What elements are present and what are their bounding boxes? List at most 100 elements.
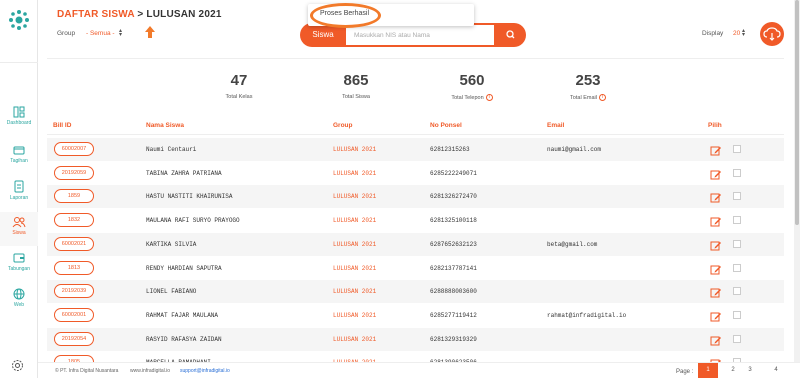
bill-id-badge[interactable]: 20192059 — [54, 165, 94, 180]
edit-icon[interactable] — [710, 333, 721, 351]
download-button[interactable] — [760, 22, 784, 46]
sidebar-item-siswa[interactable]: Siswa — [0, 212, 38, 246]
page-button-3[interactable]: 3 — [740, 363, 760, 378]
sidebar-item-web[interactable]: Web — [0, 288, 38, 326]
stat-label: Total Email — [570, 94, 597, 101]
gear-icon[interactable] — [11, 359, 24, 372]
edit-icon[interactable] — [710, 262, 721, 280]
cell-name: RENDY HARDIAN SAPUTRA — [146, 264, 222, 272]
bill-id-badge[interactable]: 20192054 — [54, 331, 94, 346]
bill-id-badge[interactable]: 1813 — [54, 260, 94, 275]
search-button[interactable] — [498, 23, 524, 47]
row-select-checkbox[interactable] — [733, 310, 741, 319]
cell-name: LIONEL FABIANO — [146, 288, 197, 296]
cell-phone: 6285277119412 — [430, 311, 477, 319]
row-select-checkbox[interactable] — [733, 239, 741, 248]
search-input[interactable] — [346, 25, 494, 45]
stat-value: 865 — [343, 72, 369, 89]
page-button-1[interactable]: 1 — [698, 363, 718, 378]
stat-label-row: Total Email i — [548, 94, 628, 101]
cell-phone: 6288888003600 — [430, 288, 477, 296]
sidebar-item-tagihan[interactable]: Tagihan — [0, 144, 38, 182]
bill-id-badge[interactable]: 20192039 — [54, 284, 94, 299]
cell-phone: 6282137787141 — [430, 264, 477, 272]
cell-name: HASTU NASTITI KHAIRUNISA — [146, 193, 233, 201]
row-select-checkbox[interactable] — [733, 287, 741, 296]
stat-label: Total Telepon — [451, 94, 484, 101]
column-header-nama[interactable]: Nama Siswa — [146, 122, 184, 129]
edit-icon[interactable] — [710, 214, 721, 232]
cloud-download-icon — [763, 27, 781, 41]
display-chevron-icon: ▴ ▾ — [742, 28, 746, 38]
sidebar-item-label: Tabungan — [8, 266, 30, 272]
stat-value: 47 — [230, 72, 248, 89]
bill-id-badge[interactable]: 60002007 — [54, 142, 94, 156]
info-icon[interactable]: i — [485, 94, 493, 101]
logo-icon — [9, 10, 29, 30]
edit-icon[interactable] — [710, 309, 721, 327]
cell-phone: 6281329319329 — [430, 335, 477, 343]
bill-id-badge[interactable]: 60002001 — [54, 307, 94, 322]
cell-name: RASYID RAFASYA ZAIDAN — [146, 335, 222, 343]
edit-icon[interactable] — [710, 190, 721, 208]
row-select-checkbox[interactable] — [733, 168, 741, 177]
dashboard-icon — [13, 106, 25, 118]
table-row: 1859 HASTU NASTITI KHAIRUNISA LULUSAN 2021… — [47, 185, 784, 209]
table-row: 20192039 LIONEL FABIANO LULUSAN 2021 628888… — [47, 280, 784, 304]
row-select-checkbox[interactable] — [733, 334, 741, 343]
cell-email: rahmat@infradigital.io — [547, 311, 627, 319]
stat-total-kelas: 47 Total Kelas — [199, 72, 279, 100]
footer-company: © PT. Infra Digital Nusantara — [55, 368, 119, 374]
edit-icon[interactable] — [710, 167, 721, 185]
table-row: 1813 RENDY HARDIAN SAPUTRA LULUSAN 2021 628… — [47, 257, 784, 280]
cell-group: LULUSAN 2021 — [333, 240, 377, 248]
footer-site-link[interactable]: www.infradigital.io — [130, 368, 170, 374]
row-select-checkbox[interactable] — [733, 192, 741, 201]
column-header-email[interactable]: Email — [547, 122, 564, 129]
sidebar-item-dashboard[interactable]: Dashboard — [0, 106, 38, 144]
sidebar-item-tabungan[interactable]: Tabungan — [0, 252, 38, 290]
group-filter-chevron-icon: ▴ ▾ — [119, 28, 123, 38]
cell-group: LULUSAN 2021 — [333, 264, 377, 272]
row-select-checkbox[interactable] — [733, 216, 741, 225]
cell-group: LULUSAN 2021 — [333, 169, 377, 177]
info-icon[interactable]: i — [598, 94, 606, 101]
edit-icon[interactable] — [710, 238, 721, 256]
row-select-checkbox[interactable] — [733, 263, 741, 272]
edit-icon[interactable] — [710, 285, 721, 303]
breadcrumb-separator: > — [134, 9, 147, 20]
breadcrumb-root[interactable]: DAFTAR SISWA — [57, 9, 134, 20]
table-row: 1832 MAULANA RAFI SURYO PRAYOGO LULUSAN 20… — [47, 209, 784, 232]
report-icon — [14, 180, 24, 193]
table-row: 20192059 TABINA ZAHRA PATRIANA LULUSAN 202… — [47, 162, 784, 185]
bill-id-badge[interactable]: 60002021 — [54, 236, 94, 251]
table-header: Bill ID Nama Siswa Group No Ponsel Email… — [47, 118, 784, 135]
footer-support-link[interactable]: support@infradigital.io — [180, 368, 230, 374]
scrollbar-thumb[interactable] — [795, 0, 799, 225]
column-header-pilih: Pilih — [708, 122, 722, 129]
bill-icon — [13, 146, 25, 155]
breadcrumb-current: LULUSAN 2021 — [146, 9, 222, 20]
column-header-ponsel[interactable]: No Ponsel — [430, 122, 462, 129]
bill-id-badge[interactable]: 1859 — [54, 189, 94, 204]
edit-icon[interactable] — [710, 143, 721, 161]
page-button-4[interactable]: 4 — [766, 363, 786, 378]
sidebar-item-label: Web — [13, 302, 25, 308]
table-row: 20192054 RASYID RAFASYA ZAIDAN LULUSAN 202… — [47, 327, 784, 351]
column-header-bill-id[interactable]: Bill ID — [53, 122, 71, 129]
cell-phone: 6281326272470 — [430, 193, 477, 201]
cell-email: naumi@gmail.com — [547, 146, 602, 153]
row-select-checkbox[interactable] — [733, 145, 741, 153]
group-filter-select[interactable]: - Semua - — [86, 30, 115, 37]
sidebar-item-label: Siswa — [12, 230, 26, 236]
sidebar-item-label: Laporan — [9, 195, 29, 201]
globe-icon — [13, 288, 25, 300]
bill-id-badge[interactable]: 1832 — [54, 213, 94, 228]
cell-group: LULUSAN 2021 — [333, 146, 377, 153]
display-select[interactable]: 20 — [733, 30, 740, 37]
cell-name: TABINA ZAHRA PATRIANA — [146, 169, 222, 177]
column-header-group[interactable]: Group — [333, 122, 353, 129]
arrow-up-icon — [145, 26, 155, 38]
wallet-icon — [13, 253, 25, 263]
cell-group: LULUSAN 2021 — [333, 193, 377, 201]
